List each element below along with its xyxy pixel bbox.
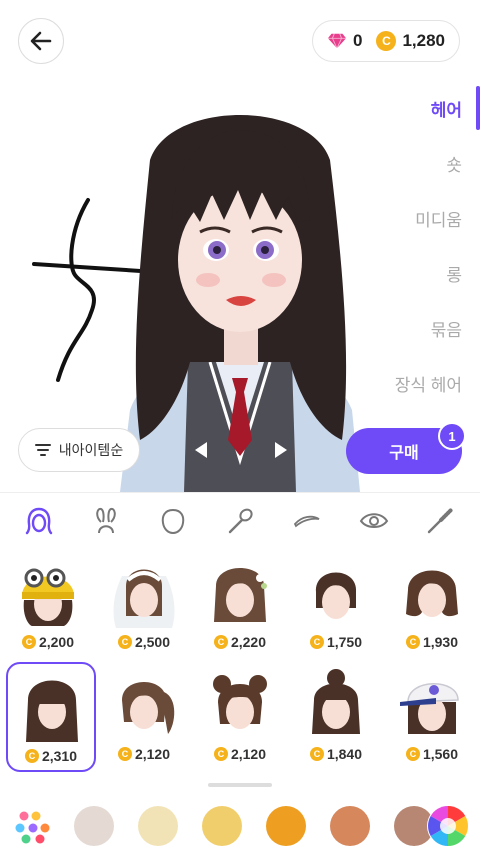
item-price: C 1,840 <box>292 746 380 762</box>
tab-hair[interactable]: 헤어 <box>431 96 462 121</box>
color-swatch[interactable] <box>138 806 178 846</box>
hair-color-palette <box>0 798 480 854</box>
active-tab-indicator <box>476 86 480 130</box>
item-price: C 2,220 <box>196 634 284 650</box>
buy-label: 구매 <box>389 445 419 462</box>
eyebrow-icon[interactable] <box>285 499 329 543</box>
rotate-left-icon[interactable] <box>193 440 209 460</box>
hair-item-top-bun[interactable]: C 1,840 <box>292 662 380 768</box>
color-swatch[interactable] <box>266 806 306 846</box>
color-swatch[interactable] <box>202 806 242 846</box>
arrow-left-icon <box>30 31 52 51</box>
tab-long[interactable]: 롱 <box>446 261 462 286</box>
makeup-brush-icon[interactable] <box>218 499 262 543</box>
item-price: C 2,200 <box>4 634 92 650</box>
flower-hairpin-hair-icon <box>214 568 267 622</box>
mascara-icon[interactable] <box>418 499 462 543</box>
item-price: C 2,120 <box>100 746 188 762</box>
coin-icon: C <box>405 635 420 649</box>
coin-icon: C <box>309 747 324 761</box>
color-swatch[interactable] <box>74 806 114 846</box>
item-price: C 2,120 <box>196 746 284 762</box>
item-price: C 1,560 <box>388 746 476 762</box>
sort-my-items-button[interactable]: 내아이템순 <box>18 428 140 472</box>
coin-icon: C <box>213 747 228 761</box>
rotate-controls <box>193 430 289 470</box>
hair-item-yellow-beanie[interactable]: C 2,200 <box>4 550 92 656</box>
hair-item-side-ponytail[interactable]: C 2,120 <box>100 662 188 768</box>
tab-medium[interactable]: 미디움 <box>415 206 462 231</box>
coin-count: 1,280 <box>402 31 445 50</box>
hair-item-bob[interactable]: C 1,930 <box>388 550 476 656</box>
white-cap-hair-icon <box>400 683 459 734</box>
bridal-veil-hair-icon <box>113 569 175 628</box>
rotate-right-icon[interactable] <box>273 440 289 460</box>
hair-item-double-buns[interactable]: C 2,120 <box>196 662 284 768</box>
long-straight-hair-icon <box>26 680 78 742</box>
feature-tabs <box>0 492 480 548</box>
sort-icon <box>34 444 51 456</box>
back-button[interactable] <box>18 18 64 64</box>
top-bun-hair-icon <box>312 669 360 734</box>
coin-icon: C <box>117 635 132 649</box>
coin-icon: C <box>117 747 132 761</box>
sort-label: 내아이템순 <box>58 442 124 458</box>
coin-icon: C <box>24 749 39 763</box>
ears-icon[interactable] <box>84 499 128 543</box>
currency-balance[interactable]: 0 C 1,280 <box>311 20 460 62</box>
avatar-stage: 0 C 1,280 헤어 숏 미디움 롱 묶음 장식 헤어 내아이템순 구매 1 <box>0 0 480 492</box>
bob-hair-icon <box>406 570 458 617</box>
buy-button[interactable]: 구매 1 <box>346 422 466 474</box>
drag-handle[interactable] <box>208 783 272 787</box>
tab-decorative-hair[interactable]: 장식 헤어 <box>395 371 462 396</box>
coin-icon: C <box>405 747 420 761</box>
cart-count-badge: 1 <box>438 422 466 450</box>
tab-tied[interactable]: 묶음 <box>431 316 462 341</box>
double-buns-hair-icon <box>213 675 267 729</box>
coin-icon: C <box>213 635 228 649</box>
coin-icon: C <box>21 635 36 649</box>
eye-icon[interactable] <box>352 499 396 543</box>
item-price: C 2,500 <box>100 634 188 650</box>
gem-icon <box>327 32 347 50</box>
item-price: C 2,310 <box>8 748 94 764</box>
color-wheel-icon[interactable] <box>426 804 470 848</box>
coin-icon: C <box>309 635 324 649</box>
hair-item-bridal-veil[interactable]: C 2,500 <box>100 550 188 656</box>
hair-item-long-straight[interactable]: C 2,310 <box>6 662 96 772</box>
side-ponytail-hair-icon <box>122 682 175 734</box>
tab-short[interactable]: 숏 <box>446 151 462 176</box>
item-price: C 1,750 <box>292 634 380 650</box>
face-shape-icon[interactable] <box>151 499 195 543</box>
hair-item-white-cap[interactable]: C 1,560 <box>388 662 476 768</box>
hair-icon[interactable] <box>17 499 61 543</box>
yellow-beanie-hair-icon <box>22 568 74 626</box>
item-price: C 1,930 <box>388 634 476 650</box>
hair-item-short[interactable]: C 1,750 <box>292 550 380 656</box>
color-swatch[interactable] <box>330 806 370 846</box>
hair-item-flower-hairpin[interactable]: C 2,220 <box>196 550 284 656</box>
gem-count: 0 <box>352 31 363 50</box>
coin-icon: C <box>376 31 397 51</box>
palette-icon[interactable] <box>14 808 52 846</box>
short-hair-icon <box>315 572 357 619</box>
